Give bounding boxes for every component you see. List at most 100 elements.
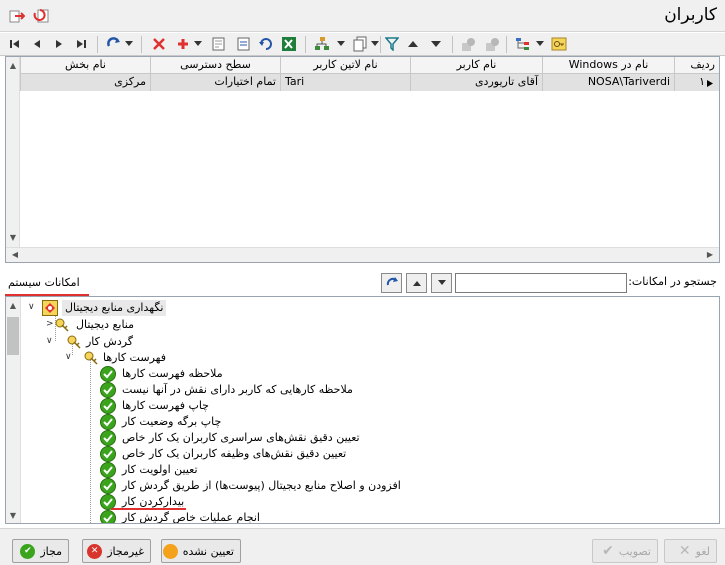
grid-horizontal-scrollbar[interactable]: ◀ ▶ xyxy=(6,247,719,262)
cell-access-level: تمام اختیارات xyxy=(150,74,280,91)
toolbar-separator xyxy=(506,36,507,53)
tree-node-task-priority[interactable]: تعیین اولویت کار xyxy=(100,462,600,478)
approve-button-label: تصویب xyxy=(618,544,651,558)
allowed-check-icon[interactable] xyxy=(100,446,116,462)
grid-vertical-scrollbar[interactable]: ▲ ▼ xyxy=(6,57,20,262)
add-icon[interactable] xyxy=(175,36,191,52)
move-down-icon[interactable] xyxy=(428,36,444,52)
scroll-up-icon[interactable]: ▲ xyxy=(6,59,20,73)
column-header-access-level[interactable]: سطح دسترسی xyxy=(150,57,280,74)
chevron-down-icon[interactable] xyxy=(535,36,545,52)
allowed-check-icon[interactable] xyxy=(100,478,116,494)
key-permission-icon[interactable] xyxy=(83,350,99,366)
allowed-check-icon[interactable] xyxy=(100,430,116,446)
scroll-left-icon[interactable]: ◀ xyxy=(8,248,22,262)
permissions-tree: ▲ ▼ ∨ نگهداری منابع دیجیتال > منابع دیجی… xyxy=(5,296,720,524)
circle-icon xyxy=(162,543,178,559)
scroll-down-icon[interactable]: ▼ xyxy=(6,509,20,523)
tree-node-digital-resources[interactable]: > منابع دیجیتال xyxy=(44,317,344,333)
tree-node-label: افزودن و اصلاح منابع دیجیتال (پیوست‌ها) … xyxy=(122,479,401,492)
scroll-down-icon[interactable]: ▼ xyxy=(6,231,20,245)
refresh-search-button[interactable] xyxy=(381,273,402,293)
search-next-button[interactable] xyxy=(431,273,452,293)
deny-icon: ✕ xyxy=(87,543,103,559)
denied-button[interactable]: غیرمجاز ✕ xyxy=(82,539,151,563)
undetermined-button[interactable]: تعیین نشده xyxy=(161,539,241,563)
tree-node-add-attachments[interactable]: افزودن و اصلاح منابع دیجیتال (پیوست‌ها) … xyxy=(100,478,600,494)
tree-node-view-tasks-without-role[interactable]: ملاحظه کارهایی که کاربر دارای نقش در آنه… xyxy=(100,382,600,398)
cell-latin-name: Tari xyxy=(280,74,410,91)
filter-icon[interactable] xyxy=(384,36,400,52)
tree-node-label: ملاحظه کارهایی که کاربر دارای نقش در آنه… xyxy=(122,383,353,396)
tree-node-label: چاپ فهرست کارها xyxy=(122,399,209,412)
reload-icon[interactable] xyxy=(258,36,274,52)
column-header-latin-name[interactable]: نام لاتین کاربر xyxy=(280,57,410,74)
partial-permission-icon[interactable] xyxy=(42,300,58,316)
allowed-check-icon[interactable] xyxy=(100,462,116,478)
search-input[interactable] xyxy=(455,273,627,293)
tree-node-special-workflow-ops[interactable]: انجام عملیات خاص گردش کار xyxy=(100,510,600,523)
tree-node-task-list[interactable]: ∨ فهرست کارها xyxy=(63,350,363,366)
key-permission-icon[interactable] xyxy=(54,317,70,333)
refresh-options-icon[interactable] xyxy=(106,36,122,52)
view-record-icon[interactable] xyxy=(236,36,252,52)
org-chart-icon[interactable] xyxy=(314,36,330,52)
next-record-icon[interactable] xyxy=(51,36,67,52)
key-settings-icon[interactable] xyxy=(551,36,567,52)
copy-icon[interactable] xyxy=(352,36,368,52)
approve-button[interactable]: تصویب ✔ xyxy=(592,539,658,563)
first-record-icon[interactable] xyxy=(7,36,23,52)
chevron-down-icon[interactable] xyxy=(370,36,380,52)
prev-record-icon[interactable] xyxy=(29,36,45,52)
search-prev-button[interactable] xyxy=(406,273,427,293)
column-header-windows-name[interactable]: نام در Windows xyxy=(542,57,674,74)
column-header-row-number[interactable]: ردیف xyxy=(674,57,719,74)
tree-vertical-scrollbar[interactable]: ▲ ▼ xyxy=(6,297,21,523)
collapse-icon[interactable]: ∨ xyxy=(28,303,37,312)
collapse-icon[interactable]: ∨ xyxy=(46,337,55,346)
column-header-department[interactable]: نام بخش xyxy=(20,57,150,74)
tree-node-print-task-status[interactable]: چاپ برگه وضعیت کار xyxy=(100,414,600,430)
allowed-check-icon[interactable] xyxy=(100,510,116,523)
key-permission-icon[interactable] xyxy=(66,334,82,350)
exit-icon[interactable] xyxy=(9,8,26,24)
tree-node-workflow[interactable]: ∨ گردش کار xyxy=(44,334,344,350)
toolbar-separator xyxy=(380,36,381,53)
system-features-title: امکانات سیستم xyxy=(8,276,80,289)
cancel-button[interactable]: لغو ✕ xyxy=(664,539,717,563)
scroll-right-icon[interactable]: ▶ xyxy=(703,248,717,262)
delete-icon[interactable] xyxy=(151,36,167,52)
last-record-icon[interactable] xyxy=(73,36,89,52)
hierarchy-icon[interactable] xyxy=(515,36,531,52)
edit-record-icon[interactable] xyxy=(211,36,227,52)
tree-node-root[interactable]: ∨ نگهداری منابع دیجیتال xyxy=(26,300,426,316)
allowed-check-icon[interactable] xyxy=(100,382,116,398)
collapse-icon[interactable]: ∨ xyxy=(65,353,74,362)
row-indicator-icon xyxy=(706,78,714,91)
chevron-down-icon[interactable] xyxy=(124,36,134,52)
tree-node-global-roles[interactable]: تعیین دقیق نقش‌های سراسری کاربران یک کار… xyxy=(100,430,600,446)
allowed-button[interactable]: مجاز ✔ xyxy=(12,539,69,563)
scroll-up-icon[interactable]: ▲ xyxy=(6,299,20,313)
tree-node-view-task-list[interactable]: ملاحظه فهرست کارها xyxy=(100,366,600,382)
column-header-user-name[interactable]: نام کاربر xyxy=(410,57,542,74)
bottom-bar: مجاز ✔ غیرمجاز ✕ تعیین نشده تصویب ✔ لغو … xyxy=(0,528,725,565)
tree-node-print-task-list[interactable]: چاپ فهرست کارها xyxy=(100,398,600,414)
allowed-check-icon[interactable] xyxy=(100,398,116,414)
chevron-down-icon[interactable] xyxy=(336,36,346,52)
move-up-icon[interactable] xyxy=(405,36,421,52)
chevron-down-icon[interactable] xyxy=(193,36,203,52)
undetermined-button-label: تعیین نشده xyxy=(182,544,234,558)
toolbar-separator xyxy=(452,36,453,53)
allowed-check-icon[interactable] xyxy=(100,366,116,382)
toolbar-separator xyxy=(97,36,98,53)
table-row[interactable]: ۱ NOSA\Tariverdi آقای تاریوردی Tari تمام… xyxy=(6,74,719,91)
excel-icon[interactable] xyxy=(281,36,297,52)
allowed-check-icon[interactable] xyxy=(100,414,116,430)
users-grid: ردیف نام در Windows نام کاربر نام لاتین … xyxy=(5,56,720,263)
scroll-thumb[interactable] xyxy=(7,317,19,355)
tree-node-duty-roles[interactable]: تعیین دقیق نقش‌های وظیفه کاربران یک کار … xyxy=(100,446,600,462)
close-icon: ✕ xyxy=(678,543,691,559)
window-title: کاربران xyxy=(664,5,717,25)
refresh-window-icon[interactable] xyxy=(33,8,49,24)
